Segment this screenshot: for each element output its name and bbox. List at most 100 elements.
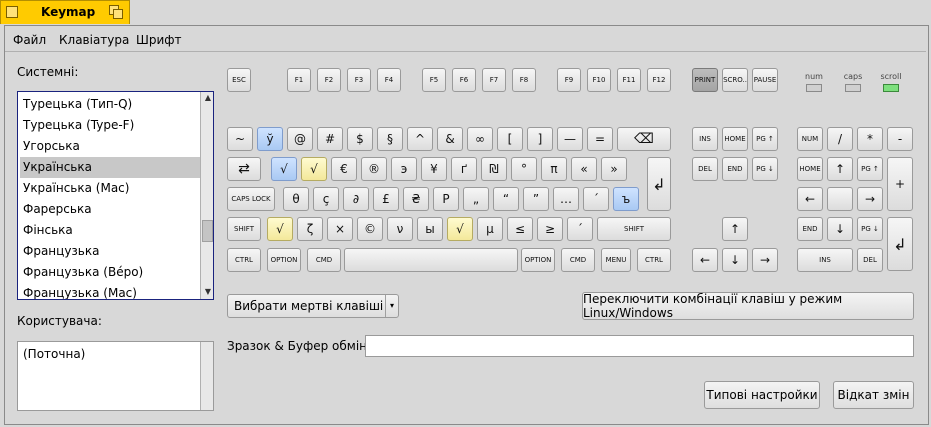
key-f4[interactable]: F4 (377, 68, 401, 92)
key-row4[interactable]: ´ (567, 217, 593, 241)
key-num-right[interactable]: → (857, 187, 883, 211)
key-row1[interactable]: & (437, 127, 463, 151)
zoom-box-icon[interactable] (109, 5, 123, 19)
key-f12[interactable]: F12 (647, 68, 671, 92)
key-row1[interactable]: ^ (407, 127, 433, 151)
key-row2[interactable]: √ (301, 157, 327, 181)
key-row2[interactable]: ® (361, 157, 387, 181)
key-row1[interactable]: # (317, 127, 343, 151)
key-cmd-right[interactable]: CMD (561, 248, 595, 272)
key-row1[interactable]: ∞ (467, 127, 493, 151)
key-menu[interactable]: MENU (601, 248, 631, 272)
key-row1[interactable]: ў (257, 127, 283, 151)
key-row2[interactable]: ¥ (421, 157, 447, 181)
switch-mode-button[interactable]: Переключити комбінації клавіш у режим Li… (582, 292, 914, 320)
key-arrow-up[interactable]: ↑ (722, 217, 748, 241)
key-row2[interactable]: » (601, 157, 627, 181)
key-row3[interactable]: ъ (613, 187, 639, 211)
key-f8[interactable]: F8 (512, 68, 536, 92)
list-item[interactable]: Французька (Mac) (20, 283, 201, 299)
key-row4[interactable]: √ (267, 217, 293, 241)
key-row4[interactable]: © (357, 217, 383, 241)
key-cmd-left[interactable]: CMD (307, 248, 341, 272)
menu-file[interactable]: Файл (13, 33, 46, 47)
key-ins[interactable]: INS (692, 127, 718, 151)
scroll-up-icon[interactable]: ▲ (203, 93, 213, 103)
key-num-down[interactable]: ↓ (827, 217, 853, 241)
key-row1[interactable]: = (587, 127, 613, 151)
key-scroll[interactable]: SCRO.. (722, 68, 748, 92)
list-item[interactable]: (Поточна) (20, 344, 201, 365)
key-row1[interactable]: ] (527, 127, 553, 151)
user-list-scrollbar[interactable] (200, 342, 213, 410)
key-row1[interactable]: § (377, 127, 403, 151)
key-row1[interactable]: — (557, 127, 583, 151)
key-f6[interactable]: F6 (452, 68, 476, 92)
list-item[interactable]: Турецька (Тип-Q) (20, 94, 201, 115)
key-row3[interactable]: Р (433, 187, 459, 211)
key-shift-left[interactable]: SHIFT (227, 217, 261, 241)
key-f10[interactable]: F10 (587, 68, 611, 92)
dead-keys-dropdown[interactable]: Вибрати мертві клавіші ▾ (227, 294, 399, 318)
key-arrow-down[interactable]: ↓ (722, 248, 748, 272)
scroll-thumb[interactable] (202, 220, 213, 242)
list-item[interactable]: Українська (Mac) (20, 178, 201, 199)
key-num-slash[interactable]: / (827, 127, 853, 151)
list-item[interactable]: Угорська (20, 136, 201, 157)
key-row3[interactable]: ç (313, 187, 339, 211)
window-tab[interactable]: Keymap (0, 0, 130, 24)
key-row3[interactable]: £ (373, 187, 399, 211)
key-print[interactable]: PRINT (692, 68, 718, 92)
key-shift-right[interactable]: SHIFT (597, 217, 671, 241)
key-enter[interactable]: ↲ (647, 157, 671, 211)
key-f2[interactable]: F2 (317, 68, 341, 92)
key-pgdn[interactable]: PG ↓ (752, 157, 778, 181)
system-list-scrollbar[interactable]: ▲ ▼ (200, 92, 213, 299)
list-item[interactable]: Фінська (20, 220, 201, 241)
key-f5[interactable]: F5 (422, 68, 446, 92)
key-row4[interactable]: ζ (297, 217, 323, 241)
key-num-ins[interactable]: INS (797, 248, 853, 272)
key-row4[interactable]: ≥ (537, 217, 563, 241)
key-row2[interactable]: э (391, 157, 417, 181)
key-row4[interactable]: √ (447, 217, 473, 241)
key-row3[interactable]: … (553, 187, 579, 211)
key-option-right[interactable]: OPTION (521, 248, 555, 272)
key-row2[interactable]: ° (511, 157, 537, 181)
key-f11[interactable]: F11 (617, 68, 641, 92)
list-item-selected[interactable]: Українська (20, 157, 201, 178)
list-item[interactable]: Французька (20, 241, 201, 262)
key-row4[interactable]: ы (417, 217, 443, 241)
key-tab[interactable]: ⇄ (227, 157, 261, 181)
key-del[interactable]: DEL (692, 157, 718, 181)
key-pause[interactable]: PAUSE (752, 68, 778, 92)
key-row1[interactable]: @ (287, 127, 313, 151)
key-row1[interactable]: $ (347, 127, 373, 151)
close-box-icon[interactable] (6, 6, 18, 18)
key-num-pgdn[interactable]: PG ↓ (857, 217, 883, 241)
key-numlock[interactable]: NUM (797, 127, 823, 151)
key-esc[interactable]: ESC (227, 68, 251, 92)
key-num-pgup[interactable]: PG ↑ (857, 157, 883, 181)
key-row3[interactable]: ₴ (403, 187, 429, 211)
key-row4[interactable]: ν (387, 217, 413, 241)
key-f1[interactable]: F1 (287, 68, 311, 92)
key-f7[interactable]: F7 (482, 68, 506, 92)
key-row3[interactable]: θ (283, 187, 309, 211)
key-num-home[interactable]: HOME (797, 157, 823, 181)
key-pgup[interactable]: PG ↑ (752, 127, 778, 151)
scroll-down-icon[interactable]: ▼ (203, 287, 213, 297)
key-num-5[interactable] (827, 187, 853, 211)
key-row3[interactable]: ” (523, 187, 549, 211)
key-backspace[interactable]: ⌫ (617, 127, 671, 151)
key-end[interactable]: END (722, 157, 748, 181)
key-ctrl-right[interactable]: CTRL (637, 248, 671, 272)
menu-font[interactable]: Шрифт (136, 33, 182, 47)
key-num-del[interactable]: DEL (857, 248, 883, 272)
key-num-enter[interactable]: ↲ (887, 217, 913, 271)
user-keymap-list[interactable]: (Поточна) (17, 341, 214, 411)
key-ctrl-left[interactable]: CTRL (227, 248, 261, 272)
key-f3[interactable]: F3 (347, 68, 371, 92)
key-num-end[interactable]: END (797, 217, 823, 241)
key-row3[interactable]: ´ (583, 187, 609, 211)
